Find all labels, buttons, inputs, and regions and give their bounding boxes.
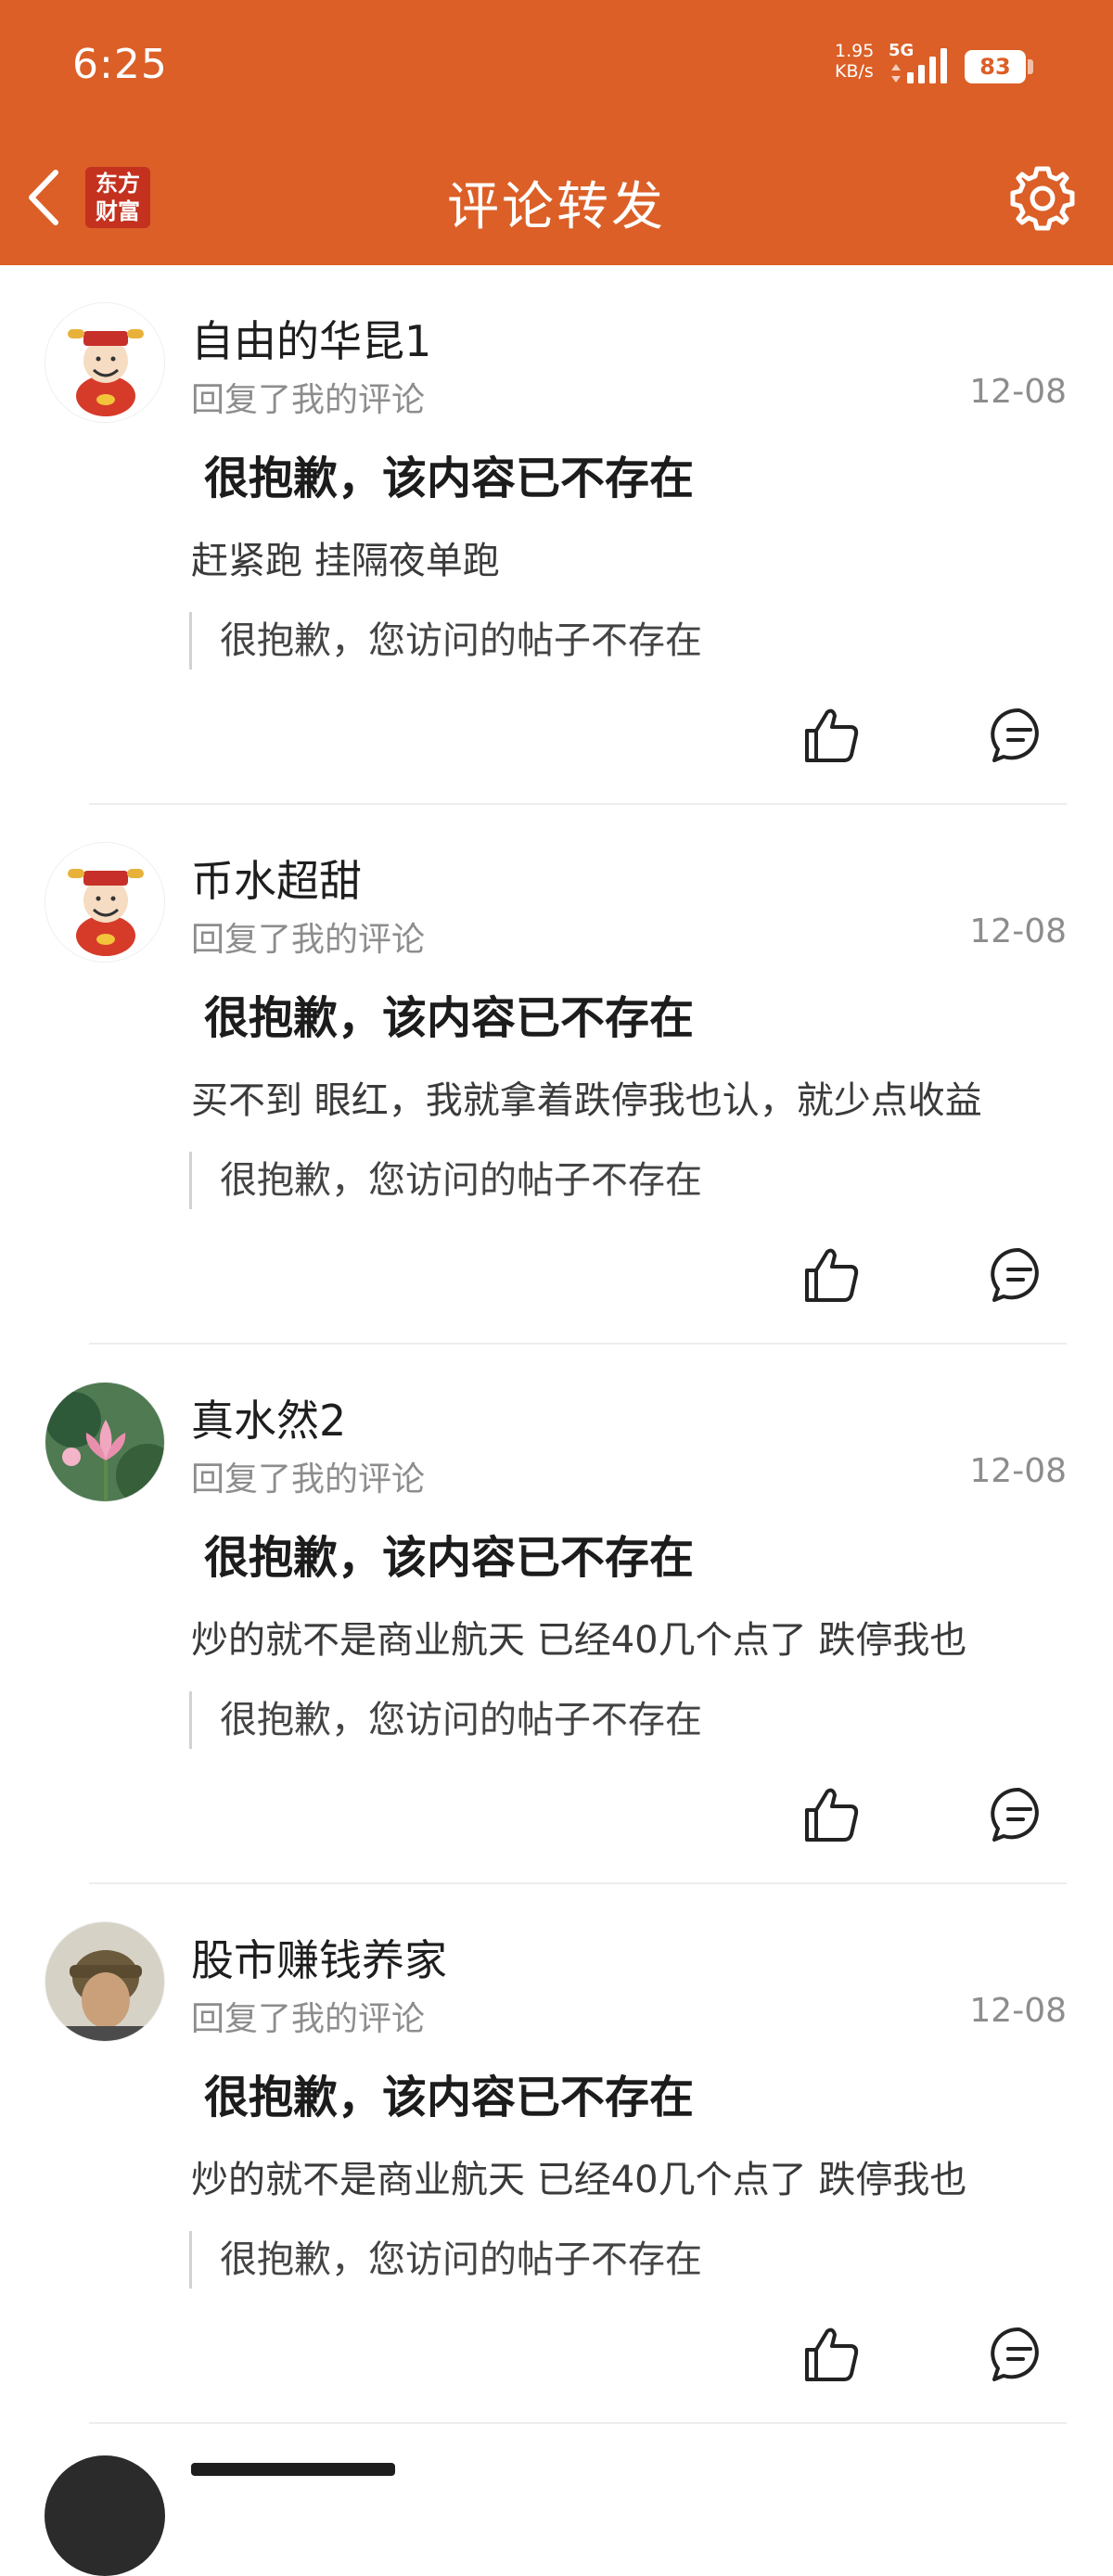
comment-item: 自由的华昆1 回复了我的评论 12-08 很抱歉，该内容已不存在 赶紧跑 挂隔夜… (0, 265, 1113, 805)
quoted-post[interactable]: 很抱歉，您访问的帖子不存在 (189, 1691, 702, 1749)
avatar[interactable] (45, 1382, 165, 1502)
network-speed-value: 1.95 (835, 41, 875, 61)
comment-bubble-icon[interactable] (989, 705, 1050, 766)
quoted-post[interactable]: 很抱歉，您访问的帖子不存在 (189, 612, 702, 670)
thumbs-up-icon[interactable] (801, 705, 863, 766)
battery-indicator: 83 (965, 50, 1026, 83)
comment-date: 12-08 (969, 373, 1067, 411)
deleted-content-title: 很抱歉，该内容已不存在 (204, 2072, 695, 2123)
gear-icon[interactable] (1007, 163, 1078, 234)
reply-label: 回复了我的评论 (191, 2000, 426, 2038)
battery-tip (1028, 59, 1033, 74)
network-speed-unit: KB/s (835, 61, 874, 82)
page-title: 评论转发 (447, 177, 666, 237)
comment-date: 12-08 (969, 912, 1067, 950)
avatar[interactable] (45, 842, 165, 963)
quoted-post[interactable]: 很抱歉，您访问的帖子不存在 (189, 2231, 702, 2289)
person-photo-avatar-icon (45, 1922, 164, 2041)
reply-label: 回复了我的评论 (191, 921, 426, 959)
cartoon-mascot-avatar-icon (45, 843, 164, 962)
thumbs-up-icon[interactable] (801, 1784, 863, 1845)
comment-date: 12-08 (969, 1992, 1067, 2030)
deleted-content-title: 很抱歉，该内容已不存在 (204, 992, 695, 1044)
comment-item: 币水超甜 回复了我的评论 12-08 很抱歉，该内容已不存在 买不到 眼红，我就… (0, 805, 1113, 1345)
reply-label: 回复了我的评论 (191, 381, 426, 419)
data-arrows-icon (891, 64, 901, 83)
comment-item: 股市赚钱养家 回复了我的评论 12-08 很抱歉，该内容已不存在 炒的就不是商业… (0, 1884, 1113, 2424)
username[interactable]: 股市赚钱养家 (191, 1927, 447, 1988)
comment-text[interactable]: 炒的就不是商业航天 已经40几个点了 跌停我也 (191, 1610, 1067, 1664)
comment-bubble-icon[interactable] (989, 1244, 1050, 1306)
quoted-post[interactable]: 很抱歉，您访问的帖子不存在 (189, 1152, 702, 1209)
cartoon-mascot-avatar-icon (45, 303, 164, 422)
comment-text[interactable]: 买不到 眼红，我就拿着跌停我也认，就少点收益 (191, 1070, 1067, 1124)
comment-date: 12-08 (969, 1452, 1067, 1490)
comment-text[interactable]: 赶紧跑 挂隔夜单跑 (191, 530, 1067, 584)
divider (89, 2422, 1067, 2424)
avatar[interactable] (45, 1921, 165, 2042)
lotus-photo-avatar-icon (45, 1383, 164, 1501)
username[interactable] (191, 2463, 395, 2476)
app-header: 6:25 1.95 KB/s 5G 83 东方 财富 评论转发 (0, 0, 1113, 265)
avatar[interactable] (45, 2455, 165, 2576)
status-time: 6:25 (72, 41, 168, 88)
comment-text[interactable]: 炒的就不是商业航天 已经40几个点了 跌停我也 (191, 2149, 1067, 2203)
comment-bubble-icon[interactable] (989, 1784, 1050, 1845)
signal-icon (907, 48, 947, 83)
username[interactable]: 自由的华昆1 (191, 308, 431, 369)
comment-bubble-icon[interactable] (989, 2324, 1050, 2385)
username[interactable]: 币水超甜 (191, 848, 362, 909)
network-speed: 1.95 KB/s (835, 41, 874, 82)
avatar[interactable] (45, 302, 165, 423)
username[interactable]: 真水然2 (191, 1387, 346, 1448)
reply-label: 回复了我的评论 (191, 1460, 426, 1498)
comment-item: 真水然2 回复了我的评论 12-08 很抱歉，该内容已不存在 炒的就不是商业航天… (0, 1345, 1113, 1884)
thumbs-up-icon[interactable] (801, 1244, 863, 1306)
deleted-content-title: 很抱歉，该内容已不存在 (204, 1532, 695, 1584)
thumbs-up-icon[interactable] (801, 2324, 863, 2385)
deleted-content-title: 很抱歉，该内容已不存在 (204, 453, 695, 504)
